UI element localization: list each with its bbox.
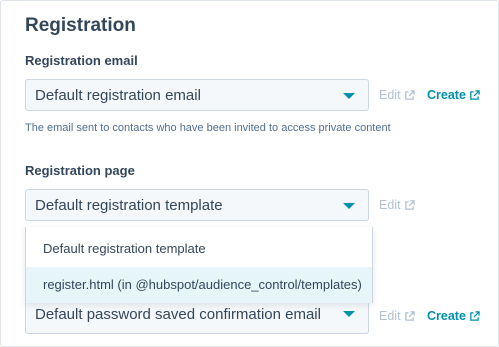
registration-page-dropdown-menu: Default registration template register.h… xyxy=(25,227,373,303)
dropdown-option[interactable]: register.html (in @hubspot/audience_cont… xyxy=(26,267,372,303)
registration-panel: Registration Registration email Default … xyxy=(0,0,499,347)
create-label: Create xyxy=(427,88,466,102)
registration-email-create-link[interactable]: Create xyxy=(427,88,480,102)
external-link-icon xyxy=(470,89,480,100)
edit-label: Edit xyxy=(379,309,401,323)
registration-page-value: Default registration template xyxy=(35,197,223,214)
external-link-icon xyxy=(404,310,415,321)
registration-page-select[interactable]: Default registration template xyxy=(25,189,369,221)
registration-email-value: Default registration email xyxy=(35,87,201,104)
registration-email-edit-link[interactable]: Edit xyxy=(379,88,415,102)
section-title: Registration xyxy=(25,15,136,36)
create-label: Create xyxy=(427,309,466,323)
password-email-value: Default password saved confirmation emai… xyxy=(35,306,321,323)
external-link-icon xyxy=(404,199,415,210)
external-link-icon xyxy=(470,310,480,321)
registration-email-help: The email sent to contacts who have been… xyxy=(25,122,391,134)
caret-down-icon xyxy=(343,203,355,209)
caret-down-icon xyxy=(343,311,355,317)
password-email-create-link[interactable]: Create xyxy=(427,309,480,323)
registration-email-label: Registration email xyxy=(25,53,138,68)
edit-label: Edit xyxy=(379,88,401,102)
password-email-select[interactable]: Default password saved confirmation emai… xyxy=(25,300,369,334)
edit-label: Edit xyxy=(379,198,401,212)
registration-email-select[interactable]: Default registration email xyxy=(25,79,369,111)
caret-down-icon xyxy=(343,93,355,99)
external-link-icon xyxy=(404,89,415,100)
dropdown-option[interactable]: Default registration template xyxy=(26,231,372,267)
registration-page-edit-link[interactable]: Edit xyxy=(379,198,415,212)
registration-page-label: Registration page xyxy=(25,163,135,178)
password-email-edit-link[interactable]: Edit xyxy=(379,309,415,323)
